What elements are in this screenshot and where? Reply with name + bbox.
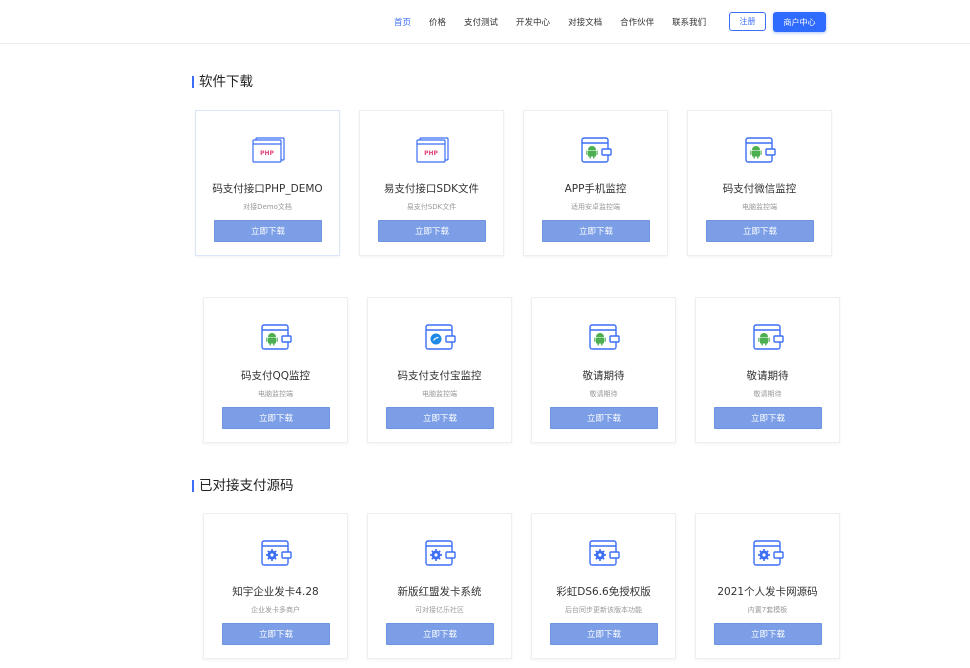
android-wallet-icon: [742, 135, 778, 165]
download-button[interactable]: 立即下载: [542, 220, 650, 242]
download-button[interactable]: 立即下载: [386, 623, 494, 645]
card-title: 敬请期待: [582, 370, 625, 382]
card-title: 新版红盟发卡系统: [397, 586, 482, 598]
card-title: 码支付QQ监控: [240, 370, 311, 382]
card-title: APP手机监控: [564, 183, 627, 195]
card-subtitle: 易支付SDK文件: [406, 203, 457, 211]
card-subtitle: 可对接亿乐社区: [415, 606, 464, 614]
source-code-card: 知宇企业发卡4.28 企业发卡多商户立即下载: [203, 513, 348, 659]
card-title: 彩虹DS6.6免授权版: [556, 586, 651, 598]
download-button[interactable]: 立即下载: [550, 623, 658, 645]
card-title: 敬请期待: [746, 370, 789, 382]
gear-wallet-icon: [750, 538, 786, 568]
nav-docs[interactable]: 对接文档: [568, 16, 602, 28]
gear-wallet-icon: [422, 538, 458, 568]
nav-home[interactable]: 首页: [394, 16, 411, 28]
card-subtitle: 内置7套模板: [747, 606, 788, 614]
card-subtitle: 对接Demo文档: [243, 203, 292, 211]
download-button[interactable]: 立即下载: [714, 407, 822, 429]
php-sdk-icon: PHP: [414, 135, 450, 165]
gear-wallet-icon: [586, 538, 622, 568]
download-button[interactable]: 立即下载: [386, 407, 494, 429]
card-title: 2021个人发卡网源码: [717, 586, 818, 598]
gear-wallet-icon: [258, 538, 294, 568]
software-download-card: 敬请期待 敬请期待 立即下载: [531, 297, 676, 443]
section-title-software: 软件下载: [192, 74, 253, 90]
merchant-center-button[interactable]: 商户中心: [773, 12, 826, 32]
software-download-card: PHP 易支付接口SDK文件易支付SDK文件立即下载: [359, 110, 504, 256]
php-demo-icon: PHP: [250, 135, 286, 165]
nav-pricing[interactable]: 价格: [429, 16, 446, 28]
card-subtitle: 敬请期待: [589, 390, 618, 398]
download-button[interactable]: 立即下载: [214, 220, 322, 242]
download-button[interactable]: 立即下载: [378, 220, 486, 242]
source-code-card: 2021个人发卡网源码内置7套模板立即下载: [695, 513, 840, 659]
top-navbar: 首页 价格 支付测试 开发中心 对接文档 合作伙伴 联系我们 注册 商户中心: [0, 0, 970, 44]
main-nav: 首页 价格 支付测试 开发中心 对接文档 合作伙伴 联系我们: [394, 12, 724, 32]
card-subtitle: 适用安卓监控端: [571, 203, 620, 211]
card-title: 码支付支付宝监控: [397, 370, 482, 382]
register-button[interactable]: 注册: [729, 12, 766, 31]
download-button[interactable]: 立即下载: [714, 623, 822, 645]
nav-dev-center[interactable]: 开发中心: [516, 16, 550, 28]
software-download-card: 码支付QQ监控电脑监控端立即下载: [203, 297, 348, 443]
nav-pay-test[interactable]: 支付测试: [464, 16, 498, 28]
card-subtitle: 后台同步更新该版本功能: [565, 606, 642, 614]
card-title: 知宇企业发卡4.28: [232, 586, 319, 598]
card-subtitle: 敬请期待: [753, 390, 782, 398]
svg-text:PHP: PHP: [424, 150, 438, 157]
card-title: 码支付接口PHP_DEMO: [212, 183, 323, 195]
software-download-card: 码支付支付宝监控电脑监控端立即下载: [367, 297, 512, 443]
software-download-card: PHP 码支付接口PHP_DEMO 对接Demo文档立即下载: [195, 110, 340, 256]
nav-partners[interactable]: 合作伙伴: [620, 16, 654, 28]
card-title: 码支付微信监控: [722, 183, 797, 195]
android-wallet-icon: [750, 322, 786, 352]
download-button[interactable]: 立即下载: [222, 407, 330, 429]
alipay-wallet-icon: [422, 322, 458, 352]
card-subtitle: 企业发卡多商户: [251, 606, 300, 614]
download-button[interactable]: 立即下载: [706, 220, 814, 242]
nav-contact[interactable]: 联系我们: [672, 16, 706, 28]
download-button[interactable]: 立即下载: [550, 407, 658, 429]
card-subtitle: 电脑监控端: [258, 390, 293, 398]
card-title: 易支付接口SDK文件: [383, 183, 480, 195]
source-code-card: 新版红盟发卡系统可对接亿乐社区立即下载: [367, 513, 512, 659]
download-button[interactable]: 立即下载: [222, 623, 330, 645]
software-download-card: 码支付微信监控电脑监控端立即下载: [687, 110, 832, 256]
android-wallet-icon: [586, 322, 622, 352]
source-code-card: 彩虹DS6.6免授权版后台同步更新该版本功能立即下载: [531, 513, 676, 659]
android-wallet-icon: [258, 322, 294, 352]
svg-text:PHP: PHP: [260, 150, 274, 157]
section-title-source-code: 已对接支付源码: [192, 478, 294, 494]
software-download-card: 敬请期待 敬请期待 立即下载: [695, 297, 840, 443]
card-subtitle: 电脑监控端: [742, 203, 777, 211]
software-download-card: APP手机监控适用安卓监控端立即下载: [523, 110, 668, 256]
card-subtitle: 电脑监控端: [422, 390, 457, 398]
android-wallet-icon: [578, 135, 614, 165]
